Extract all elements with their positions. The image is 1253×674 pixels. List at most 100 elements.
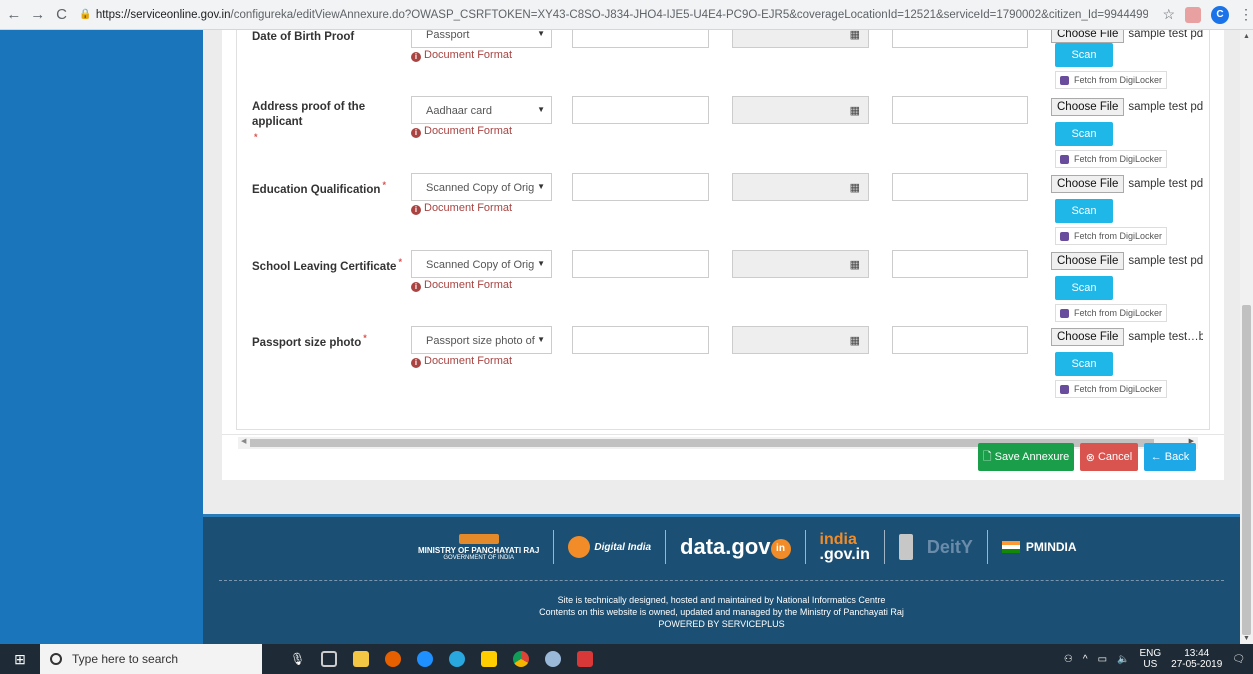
scroll-left-icon[interactable]: ◀ <box>241 437 246 445</box>
vertical-scrollbar[interactable]: ▲ ▼ <box>1240 30 1253 644</box>
choose-file-button[interactable]: Choose File <box>1051 98 1125 116</box>
bookmark-star-icon[interactable]: ☆ <box>1162 6 1175 23</box>
volume-icon[interactable]: 🔈 <box>1117 654 1129 665</box>
choose-file-button[interactable]: Choose File <box>1051 252 1125 270</box>
issued-by-input[interactable] <box>892 250 1028 278</box>
extension-icon[interactable] <box>1185 6 1201 23</box>
people-icon[interactable]: ⚇ <box>1064 654 1073 665</box>
document-format-link[interactable]: i Document Format <box>411 202 512 215</box>
paint-icon[interactable] <box>545 651 562 667</box>
forward-arrow-icon[interactable]: → <box>28 5 48 25</box>
scroll-down-icon[interactable]: ▼ <box>1243 635 1250 642</box>
document-label: Address proof of the applicant * <box>252 101 366 142</box>
file-explorer-icon[interactable] <box>353 651 370 667</box>
document-format-link[interactable]: i Document Format <box>411 355 512 368</box>
profile-avatar[interactable]: C <box>1211 5 1229 24</box>
issued-by-input[interactable] <box>892 173 1028 201</box>
windows-start-icon[interactable]: ⊞ <box>0 651 40 668</box>
scan-button[interactable]: Scan <box>1055 276 1113 300</box>
network-icon[interactable]: ▭ <box>1098 654 1107 665</box>
notifications-icon[interactable]: 🗨 <box>1232 654 1245 665</box>
windows-taskbar: ⊞ Type here to search 🎙 ⚇ ^ ▭ 🔈 ENG US 13… <box>0 644 1253 674</box>
scan-button[interactable]: Scan <box>1055 122 1113 146</box>
clock[interactable]: 13:44 27-05-2019 <box>1171 648 1222 670</box>
digilocker-button[interactable]: Fetch from DigiLocker <box>1055 71 1168 89</box>
document-format-link[interactable]: i Document Format <box>411 125 512 138</box>
site-footer: MINISTRY OF PANCHAYATI RAJ GOVERNMENT OF… <box>203 514 1240 644</box>
calendar-icon[interactable]: ▦ <box>850 104 860 117</box>
document-type-select[interactable]: Scanned Copy of Orig ▼ <box>411 250 552 278</box>
issue-date-input[interactable]: ▦ <box>732 173 869 201</box>
document-type-select[interactable]: Passport size photo of ▼ <box>411 326 552 354</box>
edge-icon[interactable] <box>417 651 434 667</box>
address-bar[interactable]: 🔒 https://serviceonline.gov.in /configur… <box>79 4 1148 26</box>
scan-button[interactable]: Scan <box>1055 352 1113 376</box>
document-number-input[interactable] <box>572 173 709 201</box>
close-circle-icon: ⊗ <box>1085 451 1095 464</box>
calendar-icon[interactable]: ▦ <box>850 258 860 271</box>
scan-button[interactable]: Scan <box>1055 199 1113 223</box>
info-icon: i <box>411 358 421 368</box>
issued-by-input[interactable] <box>892 326 1028 354</box>
document-format-link[interactable]: i Document Format <box>411 49 512 62</box>
issue-date-input[interactable]: ▦ <box>732 96 869 124</box>
task-view-icon[interactable] <box>321 651 338 667</box>
choose-file-button[interactable]: Choose File <box>1051 30 1125 43</box>
scroll-up-icon[interactable]: ▲ <box>1243 33 1250 40</box>
document-row: Date of Birth Proof Passport ▼ i Document … <box>237 30 1211 102</box>
scrollbar-thumb[interactable] <box>1242 305 1251 635</box>
footer-powered-by: POWERED BY SERVICEPLUS <box>658 619 785 629</box>
issued-by-input[interactable] <box>892 30 1028 48</box>
logo-separator <box>804 530 806 564</box>
digilocker-button[interactable]: Fetch from DigiLocker <box>1055 304 1168 322</box>
choose-file-button[interactable]: Choose File <box>1051 175 1125 193</box>
ministry-panchayati-raj-logo[interactable]: MINISTRY OF PANCHAYATI RAJ GOVERNMENT OF… <box>418 533 539 561</box>
internet-explorer-icon[interactable] <box>449 651 466 667</box>
issue-date-input[interactable]: ▦ <box>732 326 869 354</box>
digilocker-button[interactable]: Fetch from DigiLocker <box>1055 150 1168 168</box>
chrome-icon[interactable] <box>513 651 530 667</box>
selected-file-name: sample test pdf.p <box>1128 30 1203 40</box>
document-type-select[interactable]: Scanned Copy of Orig ▼ <box>411 173 552 201</box>
document-type-select[interactable]: Passport ▼ <box>411 30 552 48</box>
document-format-link[interactable]: i Document Format <box>411 279 512 292</box>
calendar-icon[interactable]: ▦ <box>850 334 860 347</box>
app-icon[interactable] <box>577 651 594 667</box>
firefox-icon[interactable] <box>385 651 402 667</box>
choose-file-button[interactable]: Choose File <box>1051 328 1125 346</box>
datagov-logo[interactable]: data.gov in <box>680 534 791 560</box>
file-picker[interactable]: Choose Filesample test pdf.p <box>1051 173 1203 195</box>
document-number-input[interactable] <box>572 250 709 278</box>
calendar-icon[interactable]: ▦ <box>850 181 860 194</box>
file-picker[interactable]: Choose Filesample test pdf.p <box>1051 96 1203 118</box>
sticky-notes-icon[interactable] <box>481 651 498 667</box>
scan-button[interactable]: Scan <box>1055 43 1113 67</box>
file-picker[interactable]: Choose File sample test…b j <box>1051 326 1203 348</box>
deity-logo[interactable]: DeitY <box>927 537 973 558</box>
issued-by-input[interactable] <box>892 96 1028 124</box>
reload-icon[interactable]: C <box>52 5 72 25</box>
document-number-input[interactable] <box>572 96 709 124</box>
calendar-icon[interactable]: ▦ <box>850 30 860 41</box>
india-gov-logo[interactable]: india .gov.in <box>820 532 870 563</box>
back-button[interactable]: ← Back <box>1144 443 1196 471</box>
document-type-select[interactable]: Aadhaar card ▼ <box>411 96 552 124</box>
file-picker[interactable]: Choose Filesample test pdf.p <box>1051 250 1203 272</box>
document-number-input[interactable] <box>572 30 709 48</box>
pmindia-logo[interactable]: PMINDIA <box>1001 540 1077 554</box>
issue-date-input[interactable]: ▦ <box>732 250 869 278</box>
cancel-button[interactable]: ⊗ Cancel <box>1080 443 1138 471</box>
digilocker-button[interactable]: Fetch from DigiLocker <box>1055 227 1168 245</box>
browser-menu-icon[interactable]: ⋮ <box>1239 6 1253 23</box>
microphone-icon[interactable]: 🎙 <box>290 652 305 666</box>
digital-india-logo[interactable]: Digital India <box>568 536 651 558</box>
language-indicator[interactable]: ENG US <box>1139 648 1161 670</box>
issue-date-input[interactable]: ▦ <box>732 30 869 48</box>
selected-file-name: sample test…b j <box>1128 331 1203 343</box>
digilocker-button[interactable]: Fetch from DigiLocker <box>1055 380 1168 398</box>
taskbar-search[interactable]: Type here to search <box>40 644 262 674</box>
document-number-input[interactable] <box>572 326 709 354</box>
back-arrow-icon[interactable]: ← <box>4 5 24 25</box>
save-annexure-button[interactable]: 🗋 Save Annexure <box>978 443 1074 471</box>
show-hidden-icon[interactable]: ^ <box>1083 654 1088 665</box>
